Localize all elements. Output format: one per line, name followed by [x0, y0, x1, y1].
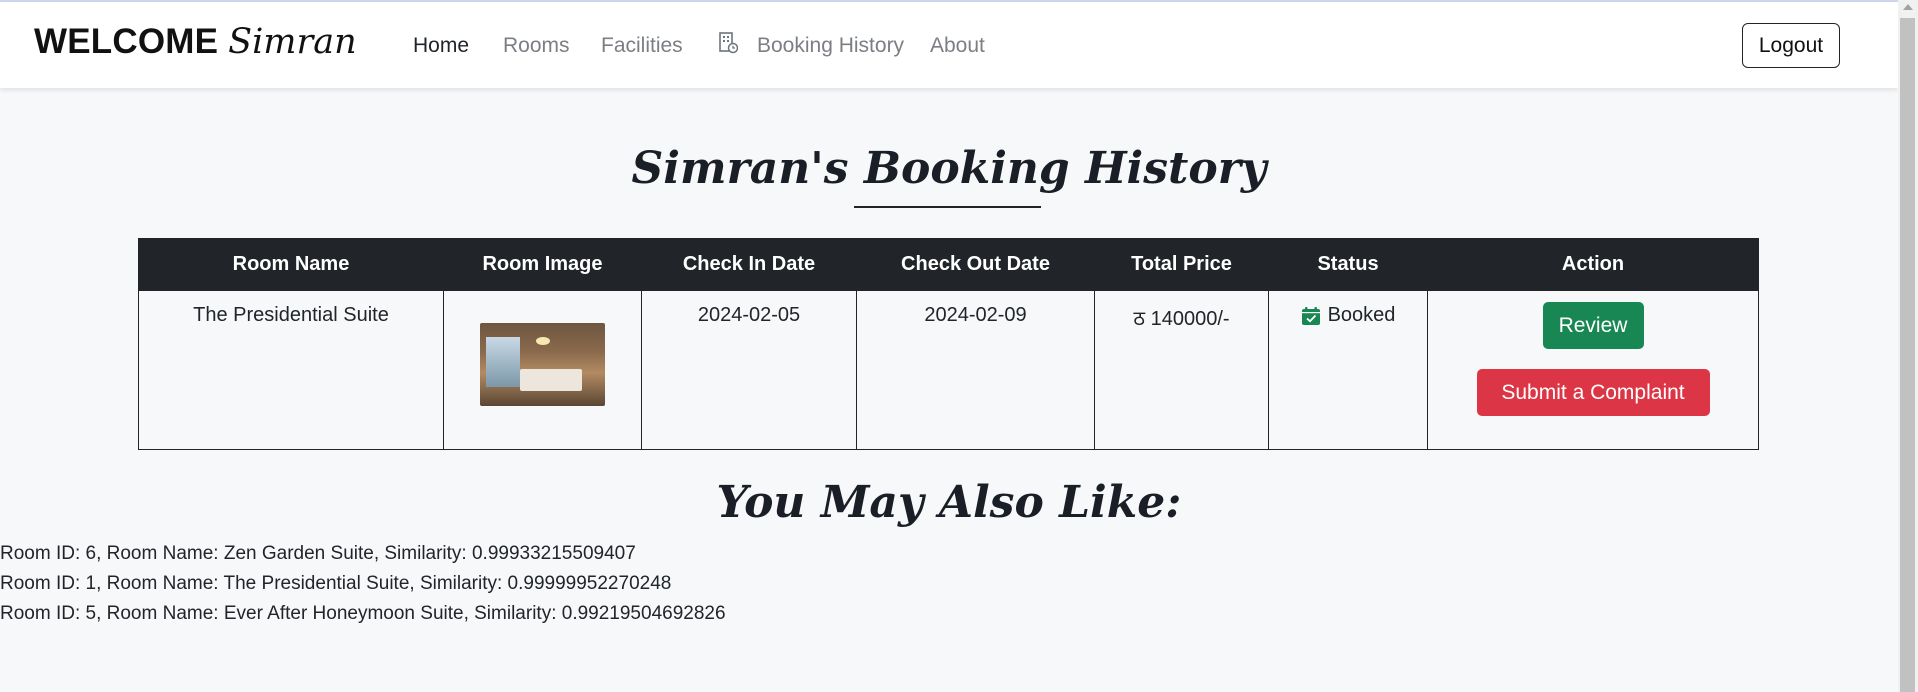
col-room-image: Room Image	[443, 238, 642, 291]
nav-booking-history[interactable]: Booking History	[757, 34, 904, 58]
cell-status: Booked	[1268, 290, 1428, 450]
scrollbar-thumb[interactable]	[1900, 18, 1915, 692]
room-image	[480, 323, 605, 406]
table-row: The Presidential Suite 2024-02-05 2024-0…	[138, 290, 1759, 450]
col-check-out: Check Out Date	[856, 238, 1095, 291]
col-room-name: Room Name	[138, 238, 444, 291]
nav-facilities[interactable]: Facilities	[601, 34, 683, 58]
cell-total-price: ठ 140000/-	[1094, 290, 1269, 450]
scroll-up-arrow-icon[interactable]	[1903, 4, 1913, 10]
calendar-check-icon	[1301, 306, 1320, 325]
navbar: WELCOME Simran Home Rooms Facilities Boo…	[0, 2, 1898, 88]
review-button[interactable]: Review	[1542, 302, 1644, 349]
title-underline	[854, 206, 1041, 208]
col-check-in: Check In Date	[641, 238, 857, 291]
brand-user-name: Simran	[228, 22, 357, 62]
brand-welcome: WELCOME	[34, 22, 219, 61]
cell-action: Review Submit a Complaint	[1427, 290, 1759, 450]
col-status: Status	[1268, 238, 1428, 291]
brand[interactable]: WELCOME Simran	[34, 22, 357, 62]
logout-button[interactable]: Logout	[1742, 23, 1840, 68]
page-title: Simran's Booking History	[631, 143, 1267, 194]
status-text: Booked	[1327, 304, 1396, 326]
nav-rooms[interactable]: Rooms	[503, 34, 570, 58]
recommendation-item: Room ID: 1, Room Name: The Presidential …	[0, 573, 672, 594]
submit-complaint-button[interactable]: Submit a Complaint	[1476, 369, 1710, 416]
cell-check-out: 2024-02-09	[856, 290, 1095, 450]
booking-history-icon[interactable]	[718, 31, 738, 55]
recommendation-item: Room ID: 6, Room Name: Zen Garden Suite,…	[0, 543, 636, 564]
status-badge: Booked	[1301, 304, 1396, 327]
cell-room-image	[443, 290, 642, 450]
cell-room-name: The Presidential Suite	[138, 290, 444, 450]
booking-history-table: Room Name Room Image Check In Date Check…	[138, 238, 1759, 450]
nav-home[interactable]: Home	[413, 34, 469, 58]
col-action: Action	[1427, 238, 1759, 291]
nav-about[interactable]: About	[930, 34, 985, 58]
recommendations-title: You May Also Like:	[716, 477, 1182, 528]
recommendation-item: Room ID: 5, Room Name: Ever After Honeym…	[0, 603, 726, 624]
table-header-row: Room Name Room Image Check In Date Check…	[138, 238, 1759, 291]
col-total-price: Total Price	[1094, 238, 1269, 291]
cell-check-in: 2024-02-05	[641, 290, 857, 450]
